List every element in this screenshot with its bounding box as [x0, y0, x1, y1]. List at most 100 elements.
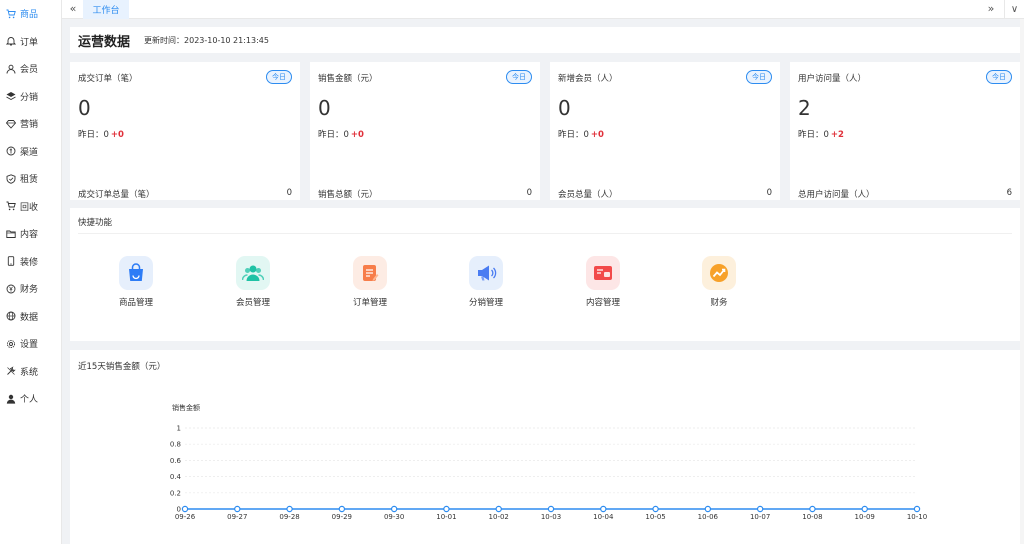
- sidebar-item-10[interactable]: 财务: [0, 275, 61, 303]
- quick-item-3[interactable]: 分销管理: [451, 256, 521, 308]
- today-badge[interactable]: 今日: [746, 70, 772, 84]
- sidebar-item-label: 系统: [20, 367, 39, 378]
- person-icon: [6, 394, 16, 404]
- members-icon: [236, 256, 270, 290]
- data-point: [861, 505, 868, 513]
- yesterday-label: 昨日：0: [558, 130, 589, 140]
- card-value: 0: [318, 96, 331, 120]
- y-tick-label: 0.2: [170, 489, 181, 497]
- sidebar-item-7[interactable]: 回收: [0, 193, 61, 221]
- sidebar-item-label: 租赁: [20, 175, 39, 186]
- user-icon: [6, 64, 16, 74]
- sidebar-item-label: 营销: [20, 120, 39, 131]
- sales-line-chart: 销售金额00.20.40.60.8109-26 09-27 09-28 09-29 09…: [170, 403, 927, 521]
- yesterday-label: 昨日：0: [798, 130, 829, 140]
- x-tick-label: 09-26: [175, 513, 196, 521]
- total-value: 6: [1006, 188, 1012, 198]
- yesterday-delta: +2: [830, 130, 844, 140]
- yesterday-label: 昨日：0: [78, 130, 109, 140]
- quick-item-4[interactable]: 内容管理: [568, 256, 638, 308]
- sidebar-item-11[interactable]: 数据: [0, 303, 61, 331]
- total-value: 0: [286, 188, 292, 198]
- quick-item-1[interactable]: 会员管理: [218, 256, 288, 308]
- page-title: 运营数据: [78, 34, 131, 50]
- tools-icon: [6, 366, 16, 376]
- sidebar-item-6[interactable]: 租赁: [0, 165, 61, 193]
- x-tick-label: 10-10: [907, 513, 927, 521]
- shopping-bag-icon: [119, 256, 153, 290]
- finance-icon: [702, 256, 736, 290]
- quick-item-2[interactable]: 订单管理: [335, 256, 405, 308]
- update-time: 更新时间：2023-10-10 21:13:45: [144, 35, 269, 45]
- sidebar-item-label: 内容: [20, 230, 39, 241]
- data-point: [234, 505, 241, 513]
- stat-cards: 成交订单（笔） 今日 0 昨日：0 +0 成交订单总量（笔） 0 销售金额（元） 今日 0 昨日：0…: [70, 62, 1020, 200]
- sidebar-item-label: 回收: [20, 202, 39, 213]
- data-point: [547, 505, 555, 513]
- card-title: 成交订单（笔）: [78, 74, 138, 84]
- sidebar-item-14[interactable]: 个人: [0, 385, 61, 413]
- top-tab-bar: « 工作台 » ∨: [62, 0, 1024, 19]
- total-label: 销售总额（元）: [318, 190, 378, 200]
- ops-header: 运营数据 更新时间：2023-10-10 21:13:45: [70, 27, 1020, 53]
- quick-item-label: 内容管理: [585, 298, 620, 308]
- x-tick-label: 10-03: [541, 513, 561, 521]
- collapse-left-icon[interactable]: «: [66, 2, 80, 16]
- sidebar-item-1[interactable]: 订单: [0, 28, 61, 56]
- today-badge[interactable]: 今日: [986, 70, 1012, 84]
- sidebar-item-9[interactable]: 装修: [0, 248, 61, 276]
- today-badge[interactable]: 今日: [506, 70, 532, 84]
- quick-item-0[interactable]: 商品管理: [101, 256, 171, 308]
- sidebar-item-label: 设置: [20, 340, 39, 351]
- x-tick-label: 10-08: [802, 513, 822, 521]
- x-tick-label: 10-02: [489, 513, 509, 521]
- total-label: 成交订单总量（笔）: [78, 190, 155, 200]
- data-point: [286, 505, 293, 513]
- x-tick-label: 10-04: [593, 513, 614, 521]
- megaphone-icon: [469, 256, 503, 290]
- sidebar-item-label: 财务: [20, 285, 39, 296]
- data-point: [756, 505, 764, 513]
- card-title: 销售金额（元）: [318, 74, 378, 84]
- tab-workbench[interactable]: 工作台: [83, 0, 129, 19]
- sidebar-item-13[interactable]: 系统: [0, 358, 61, 386]
- stat-card: 销售金额（元） 今日 0 昨日：0 +0 销售总额（元） 0: [310, 62, 540, 200]
- stat-card: 成交订单（笔） 今日 0 昨日：0 +0 成交订单总量（笔） 0: [70, 62, 300, 200]
- sidebar-item-0[interactable]: 商品: [0, 0, 61, 28]
- x-tick-label: 10-01: [436, 513, 456, 521]
- yesterday-delta: +0: [110, 130, 124, 140]
- yesterday-compare: 昨日：0 +0: [558, 128, 604, 140]
- layers-icon: [6, 91, 16, 101]
- x-tick-label: 09-27: [227, 513, 247, 521]
- y-tick-label: 0.6: [170, 457, 182, 465]
- yesterday-delta: +0: [350, 130, 364, 140]
- card-value: 0: [78, 96, 91, 120]
- data-point: [913, 505, 921, 513]
- folder-icon: [6, 229, 16, 239]
- card-value: 0: [558, 96, 571, 120]
- data-point: [495, 505, 502, 513]
- y-tick-label: 0.4: [170, 473, 182, 481]
- quick-item-label: 分销管理: [468, 298, 503, 308]
- sidebar-item-5[interactable]: 渠道: [0, 138, 61, 166]
- x-tick-label: 10-09: [855, 513, 875, 521]
- sidebar-item-4[interactable]: 营销: [0, 110, 61, 138]
- sidebar-item-label: 分销: [20, 92, 39, 103]
- divider: [78, 233, 1012, 234]
- quick-item-5[interactable]: 财务: [684, 256, 754, 308]
- sidebar-item-3[interactable]: 分销: [0, 83, 61, 111]
- sidebar-item-12[interactable]: 设置: [0, 330, 61, 358]
- data-point: [809, 505, 816, 513]
- sidebar-item-label: 装修: [20, 257, 39, 268]
- sidebar-item-2[interactable]: 会员: [0, 55, 61, 83]
- yesterday-delta: +0: [590, 130, 604, 140]
- yesterday-compare: 昨日：0 +2: [798, 128, 844, 140]
- today-badge[interactable]: 今日: [266, 70, 292, 84]
- chevron-down-icon[interactable]: ∨: [1004, 0, 1024, 19]
- sidebar-item-8[interactable]: 内容: [0, 220, 61, 248]
- collapse-right-icon[interactable]: »: [984, 2, 998, 16]
- sidebar: 商品 订单 会员分销营销渠道租赁回收内容装修财务数据设置系统个人: [0, 0, 62, 544]
- scrollbar[interactable]: [1020, 19, 1024, 544]
- x-tick-label: 09-30: [384, 513, 404, 521]
- yesterday-compare: 昨日：0 +0: [78, 128, 124, 140]
